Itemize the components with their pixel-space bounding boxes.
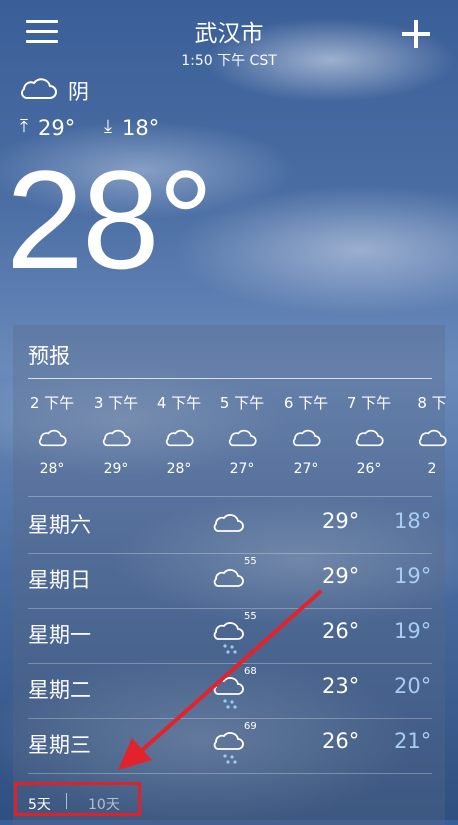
day-low: 21° (394, 729, 432, 753)
cloud-icon (213, 514, 244, 532)
day-high: 23° (322, 674, 360, 698)
day-row[interactable]: 星期六 29° 18° (28, 499, 432, 553)
low-arrow-icon: ⤓ (104, 116, 112, 137)
hour-label: 6 下午 (283, 394, 329, 412)
precip-chance: 55 (244, 556, 257, 567)
tab-10-day[interactable]: 10天 (88, 794, 120, 814)
current-temperature: 28° (6, 141, 214, 298)
cloud-icon (102, 429, 131, 447)
city-name: 武汉市 (194, 21, 264, 47)
day-high: 29° (322, 564, 360, 588)
cloud-icon (38, 429, 67, 447)
day-name: 星期三 (28, 733, 91, 757)
cloud-icon (165, 429, 194, 447)
hour-temp: 26° (356, 461, 382, 477)
hour-label: 7 下午 (346, 394, 392, 412)
cloud-icon (228, 429, 257, 447)
add-location-icon[interactable] (402, 20, 430, 48)
hour-column: 8 下 2 (402, 392, 458, 477)
hour-temp: 2 (427, 461, 437, 477)
cloud-icon (355, 429, 384, 447)
tab-5-day[interactable]: 5天 (28, 794, 51, 814)
precip-chance: 55 (244, 611, 257, 622)
day-low: 20° (394, 674, 432, 698)
cloud-icon (292, 429, 321, 447)
day-high: 26° (322, 619, 360, 643)
forecast-title: 预报 (28, 344, 70, 368)
day-name: 星期二 (28, 678, 91, 702)
hour-column: 5 下午 27° (212, 392, 272, 477)
day-row[interactable]: 星期一 55 26° 19° (28, 609, 432, 663)
divider (28, 378, 432, 379)
day-row[interactable]: 星期三 69 26° 21° (28, 719, 432, 773)
precip-chance: 69 (244, 721, 257, 732)
day-low: 19° (394, 564, 432, 588)
day-name: 星期日 (28, 568, 91, 592)
rain-cloud-icon (213, 732, 244, 764)
divider (28, 773, 432, 774)
day-row[interactable]: 星期二 68 23° 20° (28, 664, 432, 718)
hour-label: 2 下午 (29, 394, 75, 412)
cloud-icon (21, 78, 57, 99)
rain-cloud-icon (213, 622, 244, 654)
tab-divider (66, 793, 67, 809)
hour-temp: 29° (103, 461, 129, 477)
day-low: 18° (394, 509, 432, 533)
cloud-icon (213, 569, 244, 587)
day-high: 26° (322, 729, 360, 753)
hour-column: 6 下午 27° (276, 392, 336, 477)
high-temp: 29° (38, 116, 76, 140)
local-time: 1:50 下午 CST (181, 53, 277, 69)
cloud-icon (418, 429, 447, 447)
hour-temp: 28° (39, 461, 65, 477)
day-name: 星期一 (28, 623, 91, 647)
day-high: 29° (322, 509, 360, 533)
hour-label: 4 下午 (156, 394, 202, 412)
low-temp: 18° (122, 116, 160, 140)
hour-label: 5 下午 (219, 394, 265, 412)
hour-label: 3 下午 (93, 394, 139, 412)
high-arrow-icon: ⤒ (20, 116, 28, 137)
hour-column: 2 下午 28° (22, 392, 82, 477)
day-row[interactable]: 星期日 55 29° 19° (28, 554, 432, 608)
hour-temp: 27° (293, 461, 319, 477)
hour-column: 4 下午 28° (149, 392, 209, 477)
rain-cloud-icon (213, 677, 244, 709)
day-low: 19° (394, 619, 432, 643)
condition-text: 阴 (68, 80, 89, 104)
hour-label: 8 下 (417, 394, 447, 412)
hour-column: 3 下午 29° (86, 392, 146, 477)
hour-column: 7 下午 26° (339, 392, 399, 477)
hour-temp: 27° (229, 461, 255, 477)
divider (28, 496, 432, 497)
day-name: 星期六 (28, 513, 91, 537)
precip-chance: 68 (244, 666, 257, 677)
hour-temp: 28° (166, 461, 192, 477)
